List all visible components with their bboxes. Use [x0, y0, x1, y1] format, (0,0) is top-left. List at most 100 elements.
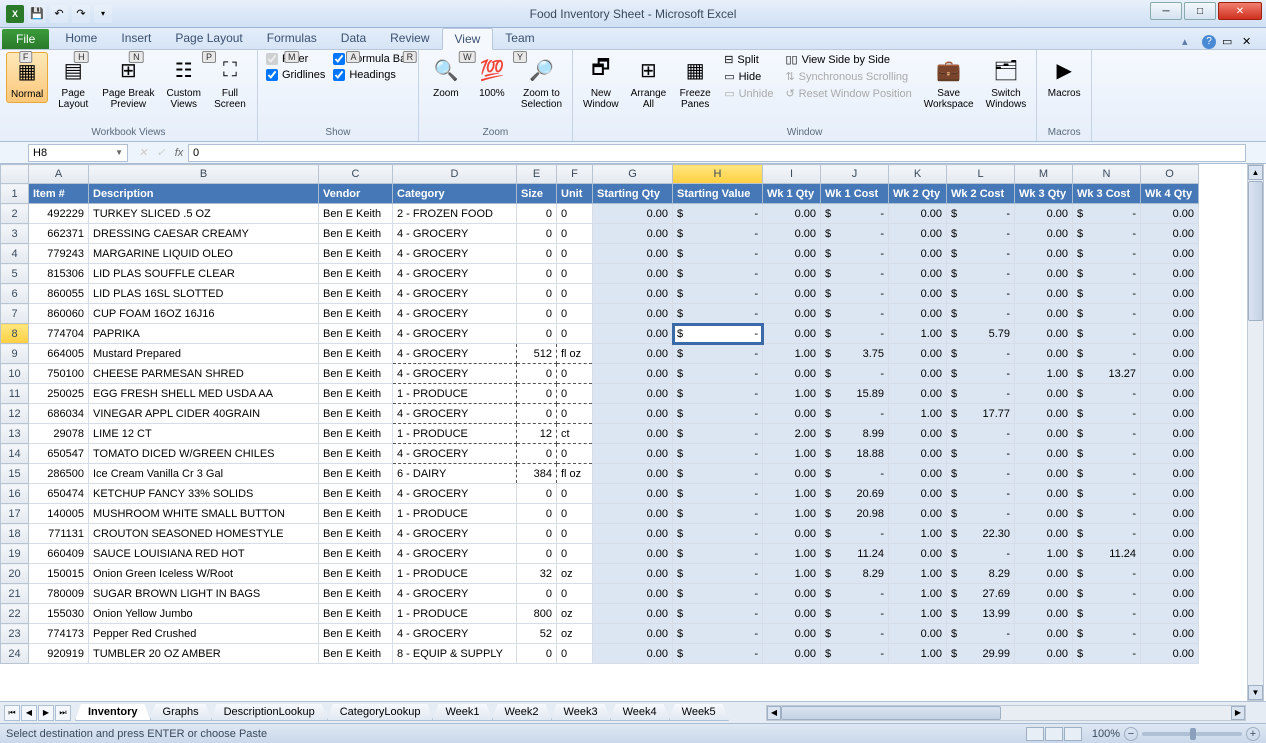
cell[interactable]: $- — [1073, 344, 1141, 364]
cell[interactable]: Ben E Keith — [319, 344, 393, 364]
cell[interactable]: 286500 — [29, 464, 89, 484]
cell[interactable]: 0.00 — [1015, 484, 1073, 504]
cell[interactable]: 662371 — [29, 224, 89, 244]
cell[interactable]: $- — [1073, 644, 1141, 664]
cell[interactable]: 0.00 — [889, 264, 947, 284]
cell[interactable]: 0 — [517, 504, 557, 524]
cell[interactable]: $- — [947, 504, 1015, 524]
cell[interactable]: 0.00 — [1015, 404, 1073, 424]
cell[interactable]: $- — [1073, 284, 1141, 304]
cell[interactable]: 29078 — [29, 424, 89, 444]
tab-data[interactable]: DataA — [329, 28, 378, 49]
cell[interactable]: 0.00 — [593, 304, 673, 324]
cell[interactable]: 0.00 — [1015, 384, 1073, 404]
cell[interactable]: 0.00 — [1141, 204, 1199, 224]
row-header-18[interactable]: 18 — [1, 524, 29, 544]
cell[interactable]: Ben E Keith — [319, 424, 393, 444]
cell[interactable]: $- — [821, 304, 889, 324]
cell[interactable]: 1.00 — [763, 344, 821, 364]
cell[interactable]: 0 — [517, 444, 557, 464]
cell[interactable]: $- — [673, 444, 763, 464]
sync-scroll-button[interactable]: ⇅Synchronous Scrolling — [781, 69, 915, 84]
row-header-21[interactable]: 21 — [1, 584, 29, 604]
row-header-15[interactable]: 15 — [1, 464, 29, 484]
cell[interactable]: LIME 12 CT — [89, 424, 319, 444]
cell[interactable]: 0.00 — [1141, 224, 1199, 244]
cell[interactable]: 0.00 — [889, 444, 947, 464]
cell[interactable]: Ben E Keith — [319, 264, 393, 284]
cell[interactable]: $27.69 — [947, 584, 1015, 604]
cell[interactable]: 0 — [517, 544, 557, 564]
cell[interactable]: 0 — [517, 524, 557, 544]
cell[interactable]: 750100 — [29, 364, 89, 384]
cell[interactable]: 0 — [557, 204, 593, 224]
tab-page-layout[interactable]: Page LayoutP — [163, 28, 254, 49]
next-sheet-icon[interactable]: ▶ — [38, 705, 54, 721]
scroll-thumb[interactable] — [1248, 181, 1263, 321]
cell[interactable]: 0.00 — [1141, 304, 1199, 324]
cell[interactable]: $- — [821, 364, 889, 384]
cell[interactable]: 0.00 — [593, 524, 673, 544]
minimize-ribbon-icon[interactable]: ▴ — [1182, 35, 1196, 49]
cell[interactable]: 650547 — [29, 444, 89, 464]
row-header-20[interactable]: 20 — [1, 564, 29, 584]
cell[interactable]: 0.00 — [1141, 344, 1199, 364]
cell[interactable]: $- — [673, 624, 763, 644]
cell[interactable]: 0.00 — [1015, 224, 1073, 244]
cell[interactable]: 0.00 — [889, 344, 947, 364]
row-header-17[interactable]: 17 — [1, 504, 29, 524]
cell[interactable]: 0.00 — [593, 324, 673, 344]
cell[interactable]: 0 — [517, 364, 557, 384]
row-header-10[interactable]: 10 — [1, 364, 29, 384]
cell[interactable]: 1.00 — [889, 404, 947, 424]
cell[interactable]: $- — [821, 584, 889, 604]
cell[interactable]: 0.00 — [889, 484, 947, 504]
row-header-24[interactable]: 24 — [1, 644, 29, 664]
cell[interactable]: 0.00 — [763, 604, 821, 624]
row-header-5[interactable]: 5 — [1, 264, 29, 284]
hide-button[interactable]: ▭Hide — [720, 69, 777, 84]
cell[interactable]: 8 - EQUIP & SUPPLY — [393, 644, 517, 664]
fx-icon[interactable]: fx — [170, 144, 188, 162]
col-header-B[interactable]: B — [89, 165, 319, 184]
sheet-tab-descriptionlookup[interactable]: DescriptionLookup — [211, 704, 328, 721]
zoom-slider[interactable] — [1142, 732, 1242, 736]
cell[interactable]: 4 - GROCERY — [393, 244, 517, 264]
cell[interactable]: 0.00 — [1015, 524, 1073, 544]
side-by-side-button[interactable]: ▯▯View Side by Side — [781, 52, 915, 67]
cell[interactable]: $- — [673, 204, 763, 224]
cell[interactable]: 4 - GROCERY — [393, 304, 517, 324]
cell[interactable]: 0 — [557, 444, 593, 464]
cancel-icon[interactable]: ✕ — [134, 144, 152, 162]
sheet-tab-week3[interactable]: Week3 — [551, 704, 611, 721]
sheet-tab-week2[interactable]: Week2 — [492, 704, 552, 721]
cell[interactable]: $- — [673, 544, 763, 564]
cell[interactable]: $20.98 — [821, 504, 889, 524]
cell[interactable]: $15.89 — [821, 384, 889, 404]
cell[interactable]: 0.00 — [889, 424, 947, 444]
cell[interactable]: 0.00 — [889, 224, 947, 244]
cell[interactable]: 0 — [557, 384, 593, 404]
cell[interactable]: 52 — [517, 624, 557, 644]
cell[interactable]: 650474 — [29, 484, 89, 504]
row-header-2[interactable]: 2 — [1, 204, 29, 224]
cell[interactable]: $- — [673, 524, 763, 544]
file-tab[interactable]: File F — [2, 29, 49, 49]
cell[interactable]: $5.79 — [947, 324, 1015, 344]
cell[interactable]: $- — [821, 624, 889, 644]
cell[interactable]: 0.00 — [1015, 444, 1073, 464]
cell[interactable]: 1 - PRODUCE — [393, 604, 517, 624]
row-header-3[interactable]: 3 — [1, 224, 29, 244]
save-icon[interactable]: 💾 — [28, 5, 46, 23]
cell[interactable]: 0.00 — [763, 264, 821, 284]
cell[interactable]: $- — [947, 204, 1015, 224]
select-all-corner[interactable] — [1, 165, 29, 184]
cell[interactable]: Ben E Keith — [319, 624, 393, 644]
cell[interactable]: $- — [1073, 224, 1141, 244]
tab-formulas[interactable]: FormulasM — [255, 28, 329, 49]
cell[interactable]: $8.29 — [821, 564, 889, 584]
cell[interactable]: MUSHROOM WHITE SMALL BUTTON — [89, 504, 319, 524]
cell[interactable]: $- — [1073, 624, 1141, 644]
cell[interactable]: $- — [821, 224, 889, 244]
row-header-14[interactable]: 14 — [1, 444, 29, 464]
